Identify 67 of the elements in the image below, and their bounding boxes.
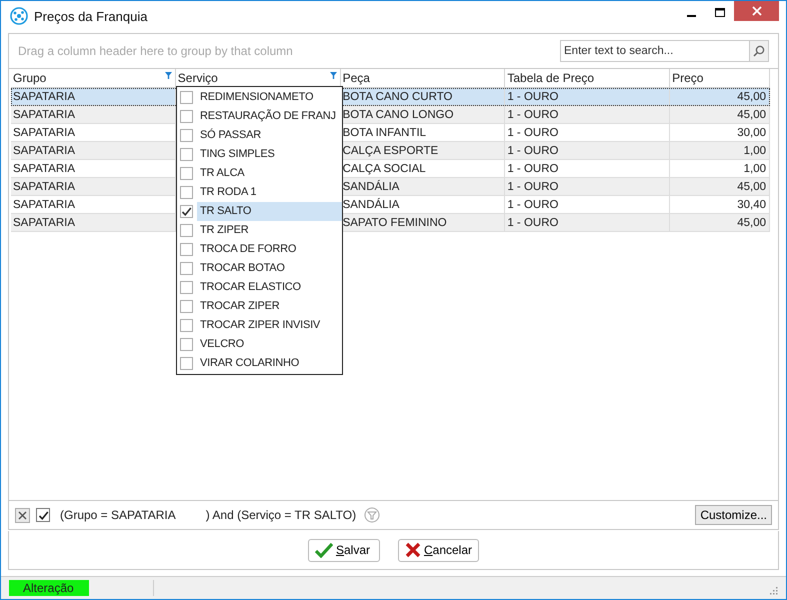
filter-option[interactable]: RESTAURAÇÃO DE FRANJ xyxy=(177,107,342,126)
close-icon[interactable] xyxy=(18,510,27,520)
clear-filter-button[interactable] xyxy=(15,508,30,522)
checkbox[interactable] xyxy=(180,243,193,256)
checkbox[interactable] xyxy=(180,186,193,199)
table-cell: 1 - OURO xyxy=(505,124,670,141)
filter-icon[interactable] xyxy=(164,72,172,79)
table-cell: 1,00 xyxy=(670,160,770,177)
filter-option[interactable]: TROCAR ZIPER INVISIV xyxy=(177,316,342,335)
checkbox[interactable] xyxy=(180,338,193,351)
status-mode: Alteração xyxy=(9,580,89,596)
customize-button[interactable]: Customize... xyxy=(695,505,772,525)
search-field[interactable]: Enter text to search... xyxy=(560,40,749,62)
close-button[interactable] xyxy=(734,1,779,21)
checkbox[interactable] xyxy=(180,205,193,218)
checkbox[interactable] xyxy=(180,224,193,237)
table-cell: 1 - OURO xyxy=(505,214,670,231)
filter-icon[interactable] xyxy=(330,72,337,79)
filter-option[interactable]: TROCAR ELASTICO xyxy=(177,278,342,297)
column-header[interactable]: Grupo xyxy=(11,69,176,87)
filter-option[interactable]: REDIMENSIONAMETO xyxy=(177,88,342,107)
checkbox[interactable] xyxy=(180,319,193,332)
checkbox[interactable] xyxy=(180,300,193,313)
column-header[interactable]: Tabela de Preço xyxy=(505,69,670,87)
resize-grip-icon[interactable] xyxy=(770,587,778,595)
table-cell: 45,00 xyxy=(670,88,770,105)
maximize-icon[interactable] xyxy=(715,8,725,18)
save-button[interactable]: Salvar xyxy=(308,538,380,562)
table-cell: 30,40 xyxy=(670,196,770,213)
table-cell: 45,00 xyxy=(670,178,770,195)
filter-option[interactable]: TROCA DE FORRO xyxy=(177,240,342,259)
window-title: Preços da Franquia xyxy=(34,8,148,24)
checkbox[interactable] xyxy=(180,281,193,294)
checkbox[interactable] xyxy=(180,91,193,104)
filter-option[interactable]: VIRAR COLARINHO xyxy=(177,354,342,373)
table-cell: 45,00 xyxy=(670,214,770,231)
search-icon[interactable] xyxy=(753,45,765,57)
column-header[interactable]: Preço xyxy=(670,69,770,87)
checkbox[interactable] xyxy=(180,262,193,275)
table-cell: 1,00 xyxy=(670,142,770,159)
table-cell: 45,00 xyxy=(670,106,770,123)
filter-option[interactable]: TROCAR BOTAO xyxy=(177,259,342,278)
table-cell: 1 - OURO xyxy=(505,196,670,213)
checkbox[interactable] xyxy=(180,110,193,123)
filter-icon[interactable] xyxy=(364,507,380,523)
checkmark-icon[interactable] xyxy=(314,542,333,558)
table-cell: 30,00 xyxy=(670,124,770,141)
table-cell: 1 - OURO xyxy=(505,142,670,159)
checkbox[interactable] xyxy=(180,167,193,180)
filter-option[interactable]: TROCAR ZIPER xyxy=(177,297,342,316)
filter-expression[interactable]: ) And (Serviço = TR SALTO) xyxy=(206,508,356,522)
app-icon xyxy=(10,7,28,25)
filter-checkbox[interactable] xyxy=(36,508,50,522)
checkbox[interactable] xyxy=(180,148,193,161)
filter-option[interactable]: VELCRO xyxy=(177,335,342,354)
table-cell: 1 - OURO xyxy=(505,88,670,105)
table-cell: 1 - OURO xyxy=(505,106,670,123)
filter-option[interactable]: SÓ PASSAR xyxy=(177,126,342,145)
cancel-button[interactable]: Cancelar xyxy=(398,538,480,562)
group-hint: Drag a column header here to group by that column xyxy=(18,44,293,58)
checkbox[interactable] xyxy=(180,357,193,370)
cross-icon[interactable] xyxy=(404,542,421,558)
filter-expression[interactable]: (Grupo = SAPATARIA xyxy=(60,508,176,522)
checkbox[interactable] xyxy=(180,129,193,142)
search-button[interactable] xyxy=(749,40,769,62)
table-cell: 1 - OURO xyxy=(505,178,670,195)
table-cell: 1 - OURO xyxy=(505,160,670,177)
